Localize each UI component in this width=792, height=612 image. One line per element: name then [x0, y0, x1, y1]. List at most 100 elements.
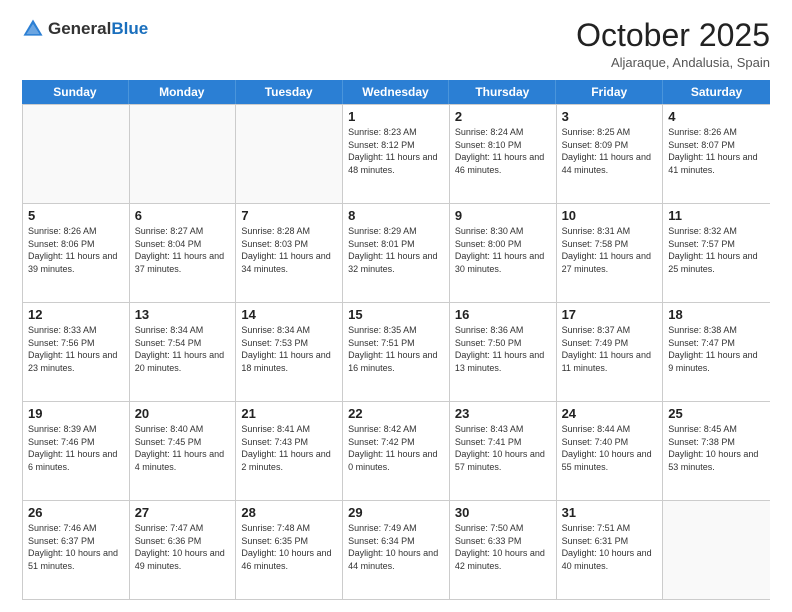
day-number: 16 — [455, 307, 551, 322]
day-number: 15 — [348, 307, 444, 322]
cell-info: Sunrise: 8:26 AM Sunset: 8:06 PM Dayligh… — [28, 225, 124, 275]
day-cell-3: 3Sunrise: 8:25 AM Sunset: 8:09 PM Daylig… — [557, 105, 664, 203]
day-cell-28: 28 Sunrise: 7:48 AM Sunset: 6:35 PM Dayli… — [236, 501, 343, 599]
day-cell-21: 21 Sunrise: 8:41 AM Sunset: 7:43 PM Dayli… — [236, 402, 343, 500]
day-number: 27 — [135, 505, 231, 520]
empty-cell — [236, 105, 343, 203]
logo: GeneralBlue — [22, 18, 148, 40]
day-cell-30: 30Sunrise: 7:50 AM Sunset: 6:33 PM Dayli… — [450, 501, 557, 599]
cell-info: Sunrise: 8:45 AM Sunset: 7:38 PM Dayligh… — [668, 423, 765, 473]
day-cell-12: 12Sunrise: 8:33 AM Sunset: 7:56 PM Dayli… — [23, 303, 130, 401]
day-number: 6 — [135, 208, 231, 223]
day-number: 19 — [28, 406, 124, 421]
day-of-week-monday: Monday — [129, 80, 236, 104]
day-number: 14 — [241, 307, 337, 322]
cell-info: Sunrise: 8:34 AM Sunset: 7:53 PM Dayligh… — [241, 324, 337, 374]
cell-info: Sunrise: 8:44 AM Sunset: 7:40 PM Dayligh… — [562, 423, 658, 473]
cell-info: Sunrise: 8:41 AM Sunset: 7:43 PM Dayligh… — [241, 423, 337, 473]
day-number: 28 — [241, 505, 337, 520]
day-of-week-sunday: Sunday — [22, 80, 129, 104]
cell-info: Sunrise: 8:32 AM Sunset: 7:57 PM Dayligh… — [668, 225, 765, 275]
cell-info: Sunrise: 7:46 AM Sunset: 6:37 PM Dayligh… — [28, 522, 124, 572]
calendar-row-3: 12Sunrise: 8:33 AM Sunset: 7:56 PM Dayli… — [23, 302, 770, 401]
empty-cell — [130, 105, 237, 203]
empty-cell — [23, 105, 130, 203]
day-cell-13: 13Sunrise: 8:34 AM Sunset: 7:54 PM Dayli… — [130, 303, 237, 401]
cell-info: Sunrise: 7:48 AM Sunset: 6:35 PM Dayligh… — [241, 522, 337, 572]
day-number: 17 — [562, 307, 658, 322]
cell-info: Sunrise: 8:26 AM Sunset: 8:07 PM Dayligh… — [668, 126, 765, 176]
calendar-header: SundayMondayTuesdayWednesdayThursdayFrid… — [22, 80, 770, 104]
calendar-row-4: 19 Sunrise: 8:39 AM Sunset: 7:46 PM Dayli… — [23, 401, 770, 500]
day-number: 24 — [562, 406, 658, 421]
cell-info: Sunrise: 8:23 AM Sunset: 8:12 PM Dayligh… — [348, 126, 444, 176]
day-cell-26: 26 Sunrise: 7:46 AM Sunset: 6:37 PM Dayli… — [23, 501, 130, 599]
page: GeneralBlue October 2025 Aljaraque, Anda… — [0, 0, 792, 612]
day-number: 10 — [562, 208, 658, 223]
header: GeneralBlue October 2025 Aljaraque, Anda… — [22, 18, 770, 70]
day-number: 3 — [562, 109, 658, 124]
day-cell-17: 17 Sunrise: 8:37 AM Sunset: 7:49 PM Dayli… — [557, 303, 664, 401]
day-cell-19: 19 Sunrise: 8:39 AM Sunset: 7:46 PM Dayli… — [23, 402, 130, 500]
day-number: 30 — [455, 505, 551, 520]
day-cell-7: 7Sunrise: 8:28 AM Sunset: 8:03 PM Daylig… — [236, 204, 343, 302]
day-of-week-saturday: Saturday — [663, 80, 770, 104]
header-right: October 2025 Aljaraque, Andalusia, Spain — [576, 18, 770, 70]
day-number: 22 — [348, 406, 444, 421]
day-number: 2 — [455, 109, 551, 124]
calendar-body: 1Sunrise: 8:23 AM Sunset: 8:12 PM Daylig… — [22, 104, 770, 600]
day-number: 26 — [28, 505, 124, 520]
cell-info: Sunrise: 7:49 AM Sunset: 6:34 PM Dayligh… — [348, 522, 444, 572]
empty-cell — [663, 501, 770, 599]
cell-info: Sunrise: 8:27 AM Sunset: 8:04 PM Dayligh… — [135, 225, 231, 275]
day-cell-24: 24 Sunrise: 8:44 AM Sunset: 7:40 PM Dayli… — [557, 402, 664, 500]
cell-info: Sunrise: 8:37 AM Sunset: 7:49 PM Dayligh… — [562, 324, 658, 374]
day-cell-4: 4 Sunrise: 8:26 AM Sunset: 8:07 PM Daylig… — [663, 105, 770, 203]
day-number: 21 — [241, 406, 337, 421]
day-number: 5 — [28, 208, 124, 223]
cell-info: Sunrise: 7:51 AM Sunset: 6:31 PM Dayligh… — [562, 522, 658, 572]
day-number: 18 — [668, 307, 765, 322]
day-cell-29: 29 Sunrise: 7:49 AM Sunset: 6:34 PM Dayli… — [343, 501, 450, 599]
cell-info: Sunrise: 8:36 AM Sunset: 7:50 PM Dayligh… — [455, 324, 551, 374]
cell-info: Sunrise: 8:30 AM Sunset: 8:00 PM Dayligh… — [455, 225, 551, 275]
day-number: 9 — [455, 208, 551, 223]
cell-info: Sunrise: 7:47 AM Sunset: 6:36 PM Dayligh… — [135, 522, 231, 572]
cell-info: Sunrise: 8:43 AM Sunset: 7:41 PM Dayligh… — [455, 423, 551, 473]
cell-info: Sunrise: 8:39 AM Sunset: 7:46 PM Dayligh… — [28, 423, 124, 473]
day-number: 25 — [668, 406, 765, 421]
day-cell-25: 25 Sunrise: 8:45 AM Sunset: 7:38 PM Dayli… — [663, 402, 770, 500]
day-cell-1: 1Sunrise: 8:23 AM Sunset: 8:12 PM Daylig… — [343, 105, 450, 203]
day-cell-8: 8Sunrise: 8:29 AM Sunset: 8:01 PM Daylig… — [343, 204, 450, 302]
cell-info: Sunrise: 8:28 AM Sunset: 8:03 PM Dayligh… — [241, 225, 337, 275]
day-number: 23 — [455, 406, 551, 421]
day-number: 29 — [348, 505, 444, 520]
calendar-row-5: 26 Sunrise: 7:46 AM Sunset: 6:37 PM Dayli… — [23, 500, 770, 599]
cell-info: Sunrise: 8:42 AM Sunset: 7:42 PM Dayligh… — [348, 423, 444, 473]
logo-text-blue: Blue — [111, 20, 148, 39]
day-cell-31: 31 Sunrise: 7:51 AM Sunset: 6:31 PM Dayli… — [557, 501, 664, 599]
day-number: 4 — [668, 109, 765, 124]
cell-info: Sunrise: 8:24 AM Sunset: 8:10 PM Dayligh… — [455, 126, 551, 176]
day-cell-15: 15 Sunrise: 8:35 AM Sunset: 7:51 PM Dayli… — [343, 303, 450, 401]
logo-icon — [22, 18, 44, 40]
day-number: 31 — [562, 505, 658, 520]
day-cell-9: 9 Sunrise: 8:30 AM Sunset: 8:00 PM Daylig… — [450, 204, 557, 302]
day-cell-6: 6 Sunrise: 8:27 AM Sunset: 8:04 PM Daylig… — [130, 204, 237, 302]
day-cell-22: 22 Sunrise: 8:42 AM Sunset: 7:42 PM Dayli… — [343, 402, 450, 500]
day-number: 20 — [135, 406, 231, 421]
calendar: SundayMondayTuesdayWednesdayThursdayFrid… — [22, 80, 770, 600]
day-number: 13 — [135, 307, 231, 322]
calendar-row-1: 1Sunrise: 8:23 AM Sunset: 8:12 PM Daylig… — [23, 104, 770, 203]
cell-info: Sunrise: 8:35 AM Sunset: 7:51 PM Dayligh… — [348, 324, 444, 374]
cell-info: Sunrise: 8:29 AM Sunset: 8:01 PM Dayligh… — [348, 225, 444, 275]
logo-text-general: General — [48, 20, 111, 39]
day-cell-5: 5 Sunrise: 8:26 AM Sunset: 8:06 PM Daylig… — [23, 204, 130, 302]
day-cell-20: 20Sunrise: 8:40 AM Sunset: 7:45 PM Dayli… — [130, 402, 237, 500]
day-number: 11 — [668, 208, 765, 223]
day-cell-23: 23 Sunrise: 8:43 AM Sunset: 7:41 PM Dayli… — [450, 402, 557, 500]
day-cell-2: 2 Sunrise: 8:24 AM Sunset: 8:10 PM Daylig… — [450, 105, 557, 203]
location: Aljaraque, Andalusia, Spain — [576, 55, 770, 70]
day-of-week-wednesday: Wednesday — [343, 80, 450, 104]
day-cell-10: 10Sunrise: 8:31 AM Sunset: 7:58 PM Dayli… — [557, 204, 664, 302]
